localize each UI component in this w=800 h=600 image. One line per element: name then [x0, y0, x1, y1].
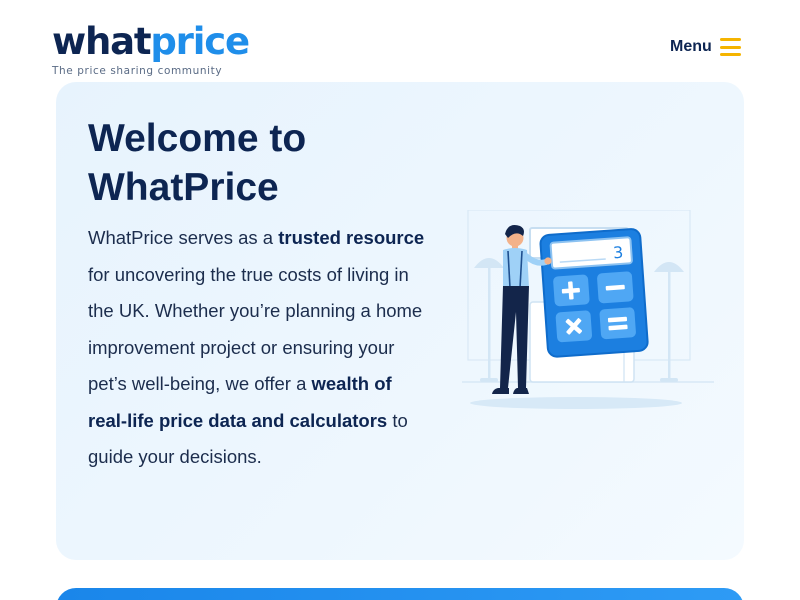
next-section-banner — [56, 588, 744, 600]
whatprice-logo[interactable]: whatprice The price sharing community — [52, 20, 250, 78]
menu-button[interactable]: Menu — [670, 38, 741, 56]
page-title: Welcome to WhatPrice — [88, 114, 448, 212]
calculator-display: 3 — [612, 243, 623, 263]
site-header: whatprice The price sharing community Me… — [0, 0, 800, 82]
logo-price-text: price — [150, 20, 250, 63]
hero-bold-trusted-resource: trusted resource — [278, 227, 425, 248]
person-with-calculator-illustration: 3 — [462, 210, 714, 409]
logo-wordmark: whatprice — [52, 20, 250, 63]
logo-what-text: what — [52, 20, 152, 63]
hero-text-1: WhatPrice serves as a — [88, 227, 279, 248]
logo-tagline: The price sharing community — [52, 65, 223, 77]
page-title-line2: WhatPrice — [88, 166, 279, 209]
hero-description: WhatPrice serves as a trusted resource f… — [88, 220, 428, 476]
page-title-line1: Welcome to — [88, 117, 307, 160]
hero-card: Welcome to WhatPrice WhatPrice serves as… — [56, 82, 744, 560]
hamburger-menu-icon — [719, 38, 741, 56]
menu-label: Menu — [670, 38, 712, 55]
